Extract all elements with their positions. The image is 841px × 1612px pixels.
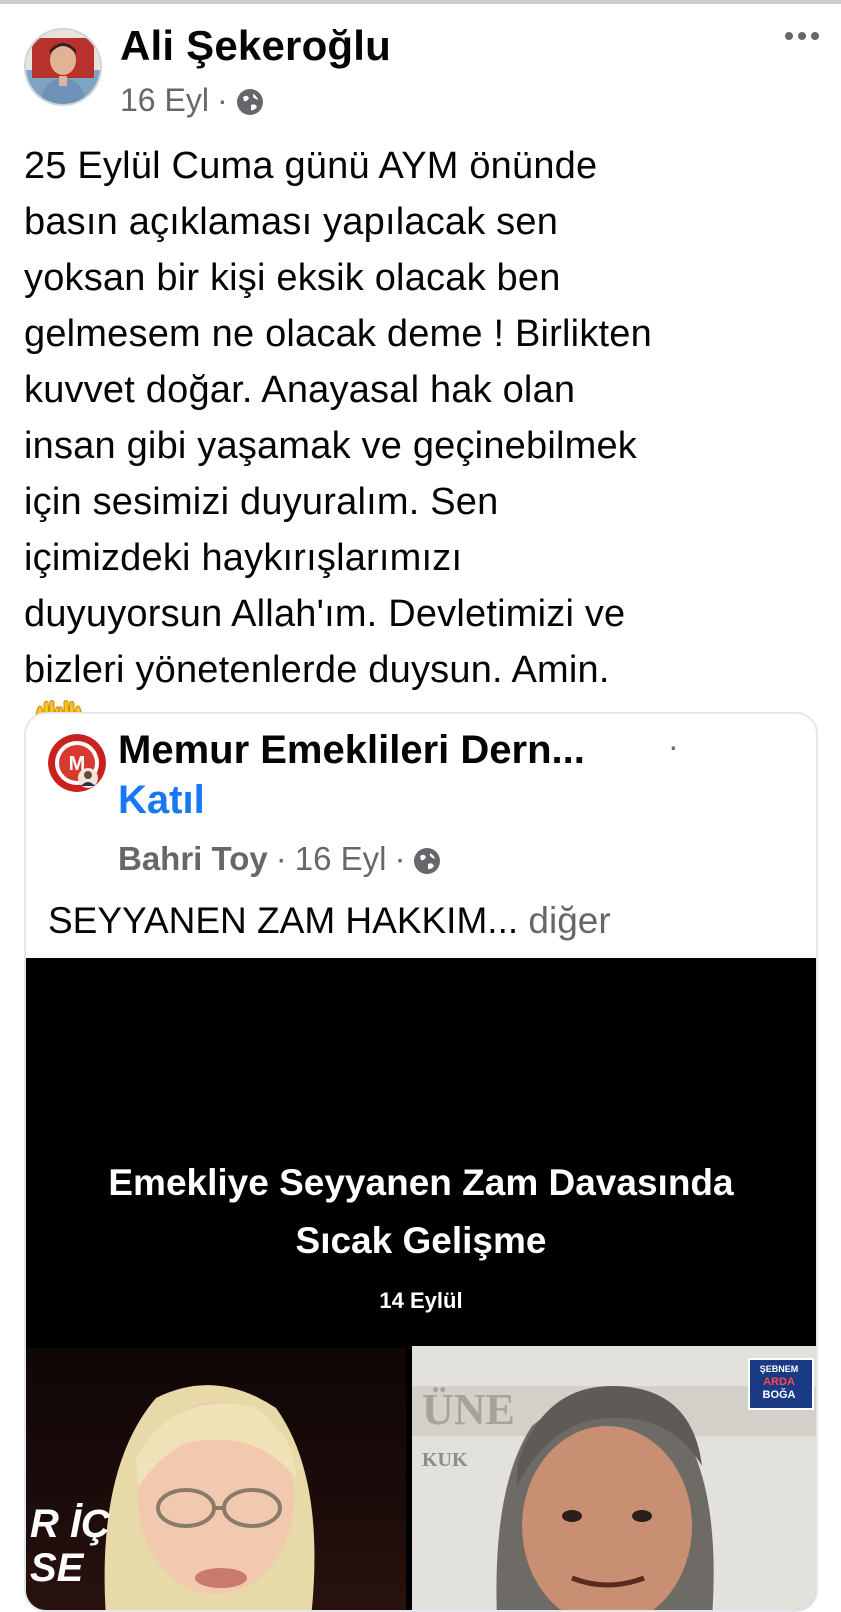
video-headline: Emekliye Seyyanen Zam Davasında Sıcak Ge… bbox=[26, 1154, 816, 1270]
shared-post-meta: Bahri Toy · 16 Eyl · bbox=[118, 840, 441, 878]
shared-author[interactable]: Bahri Toy bbox=[118, 840, 268, 878]
group-name[interactable]: Memur Emeklileri Dern... bbox=[118, 728, 585, 773]
post-text-line: için sesimizi duyuralım. Sen bbox=[24, 481, 499, 523]
post-header: Ali Şekeroğlu 16 Eyl · bbox=[0, 4, 841, 124]
overlay-line: R İÇ bbox=[30, 1502, 110, 1546]
author-avatar[interactable] bbox=[24, 28, 102, 106]
post-text: 25 Eylül Cuma günü AYM önünde basın açık… bbox=[24, 138, 824, 754]
shared-date[interactable]: 16 Eyl bbox=[295, 840, 387, 878]
logo-line: ARDA bbox=[763, 1376, 795, 1388]
post-text-line: 25 Eylül Cuma günü AYM önünde bbox=[24, 145, 598, 187]
shared-text-content: SEYYANEN ZAM HAKKIM... bbox=[48, 900, 519, 941]
globe-icon bbox=[236, 87, 264, 115]
video-overlay-text: R İÇ SE bbox=[30, 1502, 110, 1590]
video-left-panel: R İÇ SE bbox=[26, 1348, 406, 1610]
post-text-line: duyuyorsun Allah'ım. Devletimizi ve bbox=[24, 593, 626, 635]
more-options-icon[interactable] bbox=[785, 32, 819, 40]
post-meta: 16 Eyl · bbox=[120, 82, 264, 119]
join-group-link[interactable]: Katıl bbox=[118, 778, 205, 823]
video-date: 14 Eylül bbox=[379, 1288, 463, 1313]
see-more-link[interactable]: diğer bbox=[528, 900, 610, 941]
post-date[interactable]: 16 Eyl bbox=[120, 82, 209, 119]
studio-sign-text: ÜNE bbox=[422, 1385, 515, 1434]
meta-separator: · bbox=[216, 82, 228, 118]
logo-line: ŞEBNEM bbox=[760, 1364, 799, 1374]
video-right-panel: ÜNE KUK ŞEBNEM ARDA BOĞA bbox=[412, 1346, 816, 1610]
group-avatar[interactable]: M bbox=[48, 734, 106, 792]
post-text-line: insan gibi yaşamak ve geçinebilmek bbox=[24, 425, 638, 467]
video-thumbnail[interactable]: Emekliye Seyyanen Zam Davasında Sıcak Ge… bbox=[26, 958, 816, 1610]
post-text-line: içimizdeki haykırışlarımızı bbox=[24, 537, 463, 579]
overlay-line: SE bbox=[30, 1546, 84, 1590]
post-text-line: basın açıklaması yapılacak sen bbox=[24, 201, 559, 243]
author-name[interactable]: Ali Şekeroğlu bbox=[120, 22, 391, 70]
video-headline-line: Sıcak Gelişme bbox=[295, 1220, 547, 1261]
shared-meta-separator: · bbox=[275, 840, 287, 877]
shared-post-card[interactable]: M Memur Emeklileri Dern... · Katıl Bahri… bbox=[24, 712, 818, 1612]
studio-sign-subtext: KUK bbox=[422, 1449, 468, 1471]
shared-meta-separator: · bbox=[394, 840, 406, 877]
post-text-line: yoksan bir kişi eksik olacak ben bbox=[24, 257, 561, 299]
video-headline-line: Emekliye Seyyanen Zam Davasında bbox=[108, 1162, 734, 1203]
globe-icon bbox=[413, 845, 441, 874]
shared-post-text: SEYYANEN ZAM HAKKIM... diğer bbox=[48, 900, 611, 942]
logo-line: BOĞA bbox=[763, 1388, 796, 1401]
group-separator: · bbox=[668, 728, 679, 764]
post-text-line: bizleri yönetenlerde duysun. Amin. bbox=[24, 649, 610, 691]
post-text-line: gelmesem ne olacak deme ! Birlikten bbox=[24, 313, 652, 355]
channel-logo: ŞEBNEM ARDA BOĞA bbox=[748, 1358, 814, 1410]
post-text-line: kuvvet doğar. Anayasal hak olan bbox=[24, 369, 576, 411]
